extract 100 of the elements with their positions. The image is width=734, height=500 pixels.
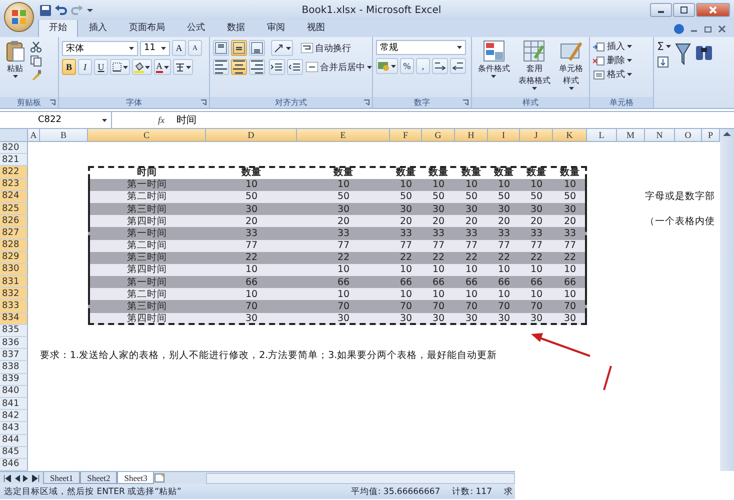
row-header[interactable]: 827 [0,227,28,240]
dialog-launcher-icon[interactable] [200,99,207,106]
column-header[interactable]: D [206,129,297,142]
dialog-launcher-icon[interactable] [49,99,56,106]
style-button[interactable]: 单元格 样式 [557,40,586,97]
row-header[interactable]: 839 [0,374,28,386]
row-header[interactable]: 833 [0,300,28,313]
column-header[interactable]: C [88,129,206,142]
scissors-icon[interactable] [30,41,42,53]
ribbon-tab[interactable]: 插入 [78,18,118,37]
ribbon-tab[interactable]: 审阅 [256,18,296,37]
style-button[interactable]: 条件格式 [476,40,512,97]
maximize-button[interactable] [673,3,695,17]
minimize-button[interactable] [650,3,672,17]
font-style-button[interactable]: B [62,59,76,75]
column-header[interactable]: M [617,129,645,142]
close-button[interactable] [696,3,730,17]
row-header[interactable]: 822 [0,166,28,179]
row-header[interactable]: 841 [0,398,28,410]
row-header[interactable]: 834 [0,312,28,325]
office-button[interactable] [4,2,34,32]
row-header[interactable]: 831 [0,276,28,288]
vertical-scrollbar[interactable] [720,129,734,472]
previous-sheet-icon[interactable] [14,474,20,482]
column-header[interactable]: F [390,129,422,142]
row-header[interactable]: 845 [0,446,28,459]
sheet-tab[interactable]: Sheet3 [117,472,154,484]
insert-function-button[interactable]: fx [152,115,170,125]
column-header[interactable]: K [553,129,587,142]
row-header[interactable]: 835 [0,324,28,337]
column-header[interactable]: G [422,129,455,142]
column-header[interactable]: O [675,129,702,142]
ribbon-tab[interactable]: 视图 [296,18,336,37]
sheet-tab[interactable]: Sheet1 [43,472,80,484]
column-header[interactable]: H [455,129,488,142]
brush-icon[interactable] [30,69,42,81]
sheet-tab[interactable]: Sheet2 [80,472,118,484]
close-icon[interactable] [718,25,726,33]
row-header[interactable]: 843 [0,422,28,434]
row-header[interactable]: 823 [0,178,28,191]
font-style-button[interactable]: U [94,59,108,75]
borders-button[interactable] [110,59,130,75]
horizontal-align-button[interactable] [213,59,229,75]
style-button[interactable]: 套用 表格格式 [516,40,552,97]
column-header[interactable]: L [587,129,617,142]
row-header[interactable]: 821 [0,154,28,166]
undo-icon[interactable] [55,5,67,15]
dialog-launcher-icon[interactable] [363,99,370,106]
fill-color-button[interactable] [132,59,152,75]
font-size-field[interactable]: 11 [140,40,170,56]
formula-field[interactable]: 时间 [176,113,196,127]
wrap-text-button[interactable]: 自动换行 [301,42,351,54]
row-header[interactable]: 846 [0,458,28,472]
horizontal-align-button[interactable] [249,59,265,75]
fill-down-icon[interactable] [657,56,669,68]
ribbon-tab[interactable]: 公式 [176,18,216,37]
row-header[interactable]: 828 [0,240,28,252]
column-header[interactable]: I [488,129,520,142]
vertical-align-button[interactable] [231,40,247,56]
dialog-launcher-icon[interactable] [462,99,469,106]
save-icon[interactable] [40,4,51,16]
grow-font-button[interactable]: A [172,40,186,56]
increase-decimal-button[interactable] [432,58,448,74]
decrease-decimal-button[interactable] [450,58,466,74]
indent-button[interactable] [269,59,285,75]
row-header[interactable]: 830 [0,264,28,276]
row-header[interactable]: 838 [0,361,28,374]
paste-button[interactable]: 粘贴 [3,40,27,97]
row-header[interactable]: 842 [0,410,28,422]
row-header[interactable]: 832 [0,288,28,300]
row-header[interactable]: 844 [0,434,28,447]
last-sheet-icon[interactable] [32,474,39,482]
cells-button[interactable]: 删除 [593,54,632,67]
ribbon-tab[interactable]: 页面布局 [118,18,176,37]
row-header[interactable]: 837 [0,349,28,362]
autosum-button[interactable]: Σ [657,40,671,53]
column-header[interactable]: P [702,129,720,142]
horizontal-align-button[interactable] [231,59,247,75]
help-icon[interactable] [674,24,684,34]
column-header[interactable]: A [28,129,40,142]
vertical-align-button[interactable] [213,40,229,56]
column-header[interactable]: N [645,129,675,142]
percent-button[interactable]: % [400,58,414,74]
font-style-button[interactable]: I [78,59,92,75]
phonetic-button[interactable] [172,59,192,75]
row-header[interactable]: 825 [0,202,28,216]
orientation-button[interactable] [271,40,293,56]
column-header[interactable]: B [40,129,88,142]
font-name-field[interactable]: 宋体 [62,40,138,56]
font-color-button[interactable]: A [154,59,170,75]
copy-icon[interactable] [30,55,42,67]
horizontal-scrollbar[interactable] [206,472,515,484]
row-header[interactable]: 829 [0,252,28,264]
row-header[interactable]: 820 [0,142,28,154]
outdent-button[interactable] [287,59,303,75]
column-header[interactable]: E [297,129,390,142]
first-sheet-icon[interactable] [4,474,11,482]
merge-center-button[interactable]: 合并后居中 [306,60,372,74]
new-sheet-icon[interactable] [154,473,166,484]
currency-button[interactable] [376,58,398,74]
